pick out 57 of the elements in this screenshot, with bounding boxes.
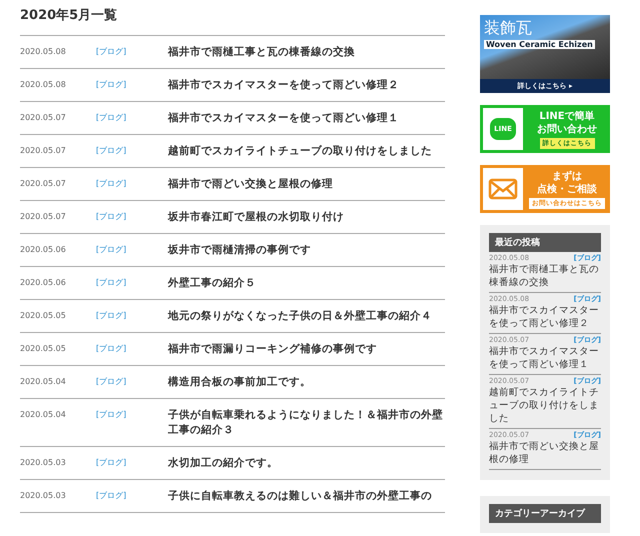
category-link[interactable]: [ブログ] <box>96 309 168 323</box>
envelope-icon <box>488 178 518 200</box>
post-title-link[interactable]: 坂井市春江町で屋根の水切取り付け <box>168 210 445 225</box>
post-date: 2020.05.03 <box>20 457 67 469</box>
post-date: 2020.05.06 <box>20 244 67 256</box>
post-date: 2020.05.06 <box>20 277 67 289</box>
post-title-link[interactable]: 福井市で雨樋工事と瓦の棟番線の交換 <box>489 263 601 289</box>
post-date: 2020.05.07 <box>20 211 67 223</box>
post-date: 2020.05.03 <box>20 490 67 502</box>
post-title-link[interactable]: 越前町でスカイライトチューブの取り付けをしました <box>489 386 601 425</box>
post-title-link[interactable]: 子供に自転車教えるのは難しい＆福井市の外壁工事の <box>168 489 445 504</box>
post-date: 2020.05.08 <box>20 46 67 58</box>
post-date: 2020.05.04 <box>20 376 67 388</box>
widget-title: 最近の投稿 <box>489 233 601 252</box>
category-link[interactable]: [ブログ] <box>96 45 168 59</box>
page-heading: 2020年5月一覧 <box>20 7 118 25</box>
post-date: 2020.05.05 <box>20 310 67 322</box>
category-link[interactable]: [ブログ] <box>96 243 168 257</box>
category-link[interactable]: [ブログ] <box>96 177 168 191</box>
post-date: 2020.05.04 <box>20 409 67 421</box>
category-link[interactable]: [ブログ] <box>96 276 168 290</box>
category-link[interactable]: [ブログ] <box>96 111 168 125</box>
post-title-link[interactable]: 福井市で雨どい交換と屋根の修理 <box>168 177 445 192</box>
banner-text: まずは <box>552 170 582 182</box>
category-link[interactable]: [ブログ] <box>96 210 168 224</box>
banner-text: お問い合わせ <box>537 122 597 136</box>
post-title-link[interactable]: 福井市でスカイマスターを使って雨どい修理２ <box>168 78 445 93</box>
category-link[interactable]: [ブログ] <box>96 144 168 158</box>
post-title-link[interactable]: 構造用合板の事前加工です。 <box>168 375 445 390</box>
post-title-link[interactable]: 福井市でスカイマスターを使って雨どい修理２ <box>489 304 601 330</box>
post-title-link[interactable]: 福井市でスカイマスターを使って雨どい修理１ <box>489 345 601 371</box>
post-date: 2020.05.07 <box>20 112 67 124</box>
category-link[interactable]: [ブログ] <box>96 489 168 503</box>
post-title-link[interactable]: 水切加工の紹介です。 <box>168 456 445 471</box>
post-title-link[interactable]: 地元の祭りがなくなった子供の日＆外壁工事の紹介４ <box>168 309 445 324</box>
post-title-link[interactable]: 福井市でスカイマスターを使って雨どい修理１ <box>168 111 445 126</box>
banner-text: 点検・ご相談 <box>537 182 597 196</box>
post-title-link[interactable]: 子供が自転車乗れるようになりました！＆福井市の外壁工事の紹介３ <box>168 408 445 438</box>
post-date: 2020.05.05 <box>20 343 67 355</box>
post-title-link[interactable]: 越前町でスカイライトチューブの取り付けをしました <box>168 144 445 159</box>
post-date: 2020.05.07 <box>20 145 67 157</box>
category-link[interactable]: [ブログ] <box>96 342 168 356</box>
post-title-link[interactable]: 福井市で雨どい交換と屋根の修理 <box>489 440 601 466</box>
post-date: 2020.05.08 <box>20 79 67 91</box>
post-title-link[interactable]: 福井市で雨漏りコーキング補修の事例です <box>168 342 445 357</box>
banner-title: 装飾瓦 <box>484 18 533 38</box>
post-title-link[interactable]: 外壁工事の紹介５ <box>168 276 445 291</box>
post-title-link[interactable]: 福井市で雨樋工事と瓦の棟番線の交換 <box>168 45 445 60</box>
category-link[interactable]: [ブログ] <box>96 78 168 92</box>
banner-text: LINEで簡単 <box>539 110 595 122</box>
category-link[interactable]: [ブログ] <box>96 408 168 422</box>
category-link[interactable]: [ブログ] <box>96 375 168 389</box>
banner-subtitle: Woven Ceramic Echizen <box>484 40 595 49</box>
post-date: 2020.05.07 <box>20 178 67 190</box>
category-link[interactable]: [ブログ] <box>96 456 168 470</box>
post-title-link[interactable]: 坂井市で雨樋清掃の事例です <box>168 243 445 258</box>
widget-title: カテゴリーアーカイブ <box>489 504 601 523</box>
